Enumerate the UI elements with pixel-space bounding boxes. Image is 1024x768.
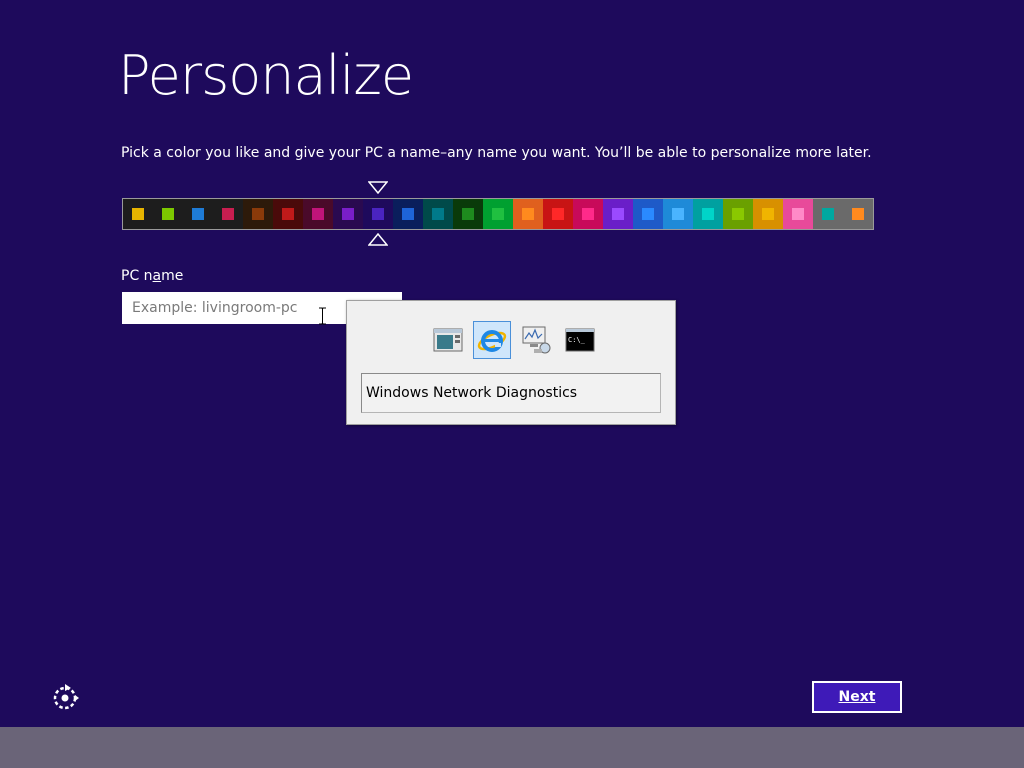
- text-cursor-icon: [319, 307, 326, 325]
- color-swatch-chip: [192, 208, 204, 220]
- selected-color-marker-top-icon: [368, 181, 388, 194]
- color-swatch-chip: [522, 208, 534, 220]
- window-icon[interactable]: [429, 321, 467, 359]
- color-swatch-chip: [612, 208, 624, 220]
- color-swatch-chip: [402, 208, 414, 220]
- color-swatch[interactable]: [723, 199, 753, 229]
- color-swatch[interactable]: [693, 199, 723, 229]
- color-swatch[interactable]: [663, 199, 693, 229]
- color-swatch-chip: [462, 208, 474, 220]
- color-swatch[interactable]: [783, 199, 813, 229]
- page-description: Pick a color you like and give your PC a…: [121, 145, 872, 161]
- color-swatch[interactable]: [213, 199, 243, 229]
- page-title: Personalize: [118, 44, 414, 107]
- color-swatch-chip: [582, 208, 594, 220]
- color-swatch[interactable]: [393, 199, 423, 229]
- color-swatch[interactable]: [303, 199, 333, 229]
- color-picker-strip[interactable]: [122, 198, 874, 230]
- color-swatch[interactable]: [633, 199, 663, 229]
- color-swatch[interactable]: [753, 199, 783, 229]
- color-swatch-chip: [822, 208, 834, 220]
- internet-explorer-icon[interactable]: [473, 321, 511, 359]
- color-swatch[interactable]: [363, 199, 393, 229]
- command-prompt-icon[interactable]: C:\_: [561, 321, 599, 359]
- color-swatch[interactable]: [543, 199, 573, 229]
- color-swatch[interactable]: [573, 199, 603, 229]
- color-swatch[interactable]: [843, 199, 873, 229]
- color-swatch-chip: [702, 208, 714, 220]
- network-diagnostics-icon[interactable]: [517, 321, 555, 359]
- color-swatch[interactable]: [423, 199, 453, 229]
- color-swatch[interactable]: [333, 199, 363, 229]
- color-swatch[interactable]: [153, 199, 183, 229]
- task-switcher-title: Windows Network Diagnostics: [361, 373, 661, 413]
- color-swatch[interactable]: [243, 199, 273, 229]
- task-switcher-icons: C:\_: [429, 321, 599, 359]
- color-swatch-chip: [552, 208, 564, 220]
- color-swatch-chip: [252, 208, 264, 220]
- color-swatch[interactable]: [453, 199, 483, 229]
- next-button[interactable]: Next: [812, 681, 902, 713]
- color-swatch[interactable]: [513, 199, 543, 229]
- color-swatch[interactable]: [483, 199, 513, 229]
- color-swatch[interactable]: [813, 199, 843, 229]
- next-button-label: Next: [838, 689, 876, 705]
- color-swatch-chip: [162, 208, 174, 220]
- color-swatch-chip: [132, 208, 144, 220]
- color-swatch[interactable]: [273, 199, 303, 229]
- color-swatch-chip: [372, 208, 384, 220]
- color-swatch-chip: [792, 208, 804, 220]
- color-swatch-chip: [312, 208, 324, 220]
- task-switcher-popup: C:\_ Windows Network Diagnostics: [346, 300, 676, 425]
- color-swatch-chip: [732, 208, 744, 220]
- bottom-bar: [0, 727, 1024, 768]
- pc-name-label: PC name: [121, 268, 184, 284]
- color-swatch-chip: [222, 208, 234, 220]
- color-swatch-chip: [492, 208, 504, 220]
- color-swatch-chip: [282, 208, 294, 220]
- ease-of-access-icon[interactable]: [52, 683, 80, 711]
- color-swatch[interactable]: [603, 199, 633, 229]
- command-prompt-glyph: C:\_: [568, 336, 586, 344]
- color-swatch-chip: [642, 208, 654, 220]
- color-swatch-chip: [852, 208, 864, 220]
- color-swatch[interactable]: [183, 199, 213, 229]
- color-swatch-chip: [432, 208, 444, 220]
- selected-color-marker-bottom-icon: [368, 233, 388, 246]
- color-swatch-chip: [672, 208, 684, 220]
- color-swatch-chip: [762, 208, 774, 220]
- color-swatch[interactable]: [123, 199, 153, 229]
- color-swatch-chip: [342, 208, 354, 220]
